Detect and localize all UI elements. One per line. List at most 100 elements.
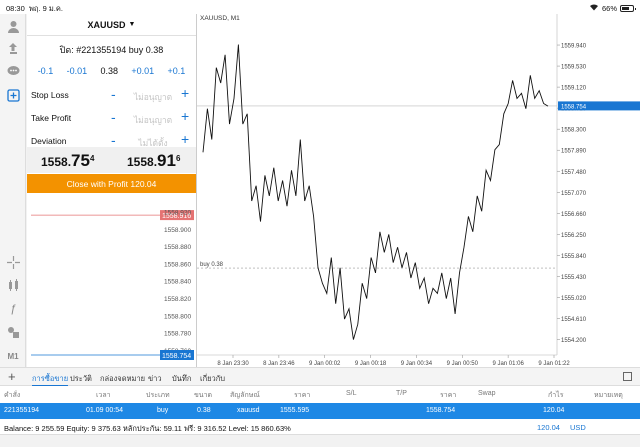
new-order-icon[interactable] — [4, 87, 22, 103]
take-profit-label: Take Profit — [31, 113, 72, 123]
tab-mailbox[interactable]: กล่องจดหมาย — [100, 373, 145, 385]
chart-title: XAUUSD, M1 — [200, 15, 240, 22]
cell-price: 1555.595 — [280, 407, 310, 414]
y-tick-label: 1555.430 — [561, 275, 587, 281]
crosshair-icon[interactable] — [4, 254, 22, 270]
function-icon[interactable]: ƒ — [4, 301, 22, 317]
symbol-selector[interactable]: XAUUSD ▼ — [27, 14, 196, 36]
col-header-sl: S/L — [346, 390, 357, 397]
current-price-label: 1558.754 — [561, 104, 587, 110]
footer-area — [0, 435, 640, 447]
tab-journal[interactable]: บันทึก — [172, 373, 191, 385]
stop-loss-value[interactable]: ไม่อนุญาต — [127, 90, 179, 104]
col-header-swap: Swap — [478, 390, 496, 397]
add-icon[interactable]: + — [8, 369, 16, 384]
y-tick-label: 1557.480 — [561, 170, 587, 176]
y-tick-label: 1557.890 — [561, 149, 587, 155]
bid-price-label: 1558.754 — [162, 353, 191, 360]
stop-loss-minus-button[interactable]: - — [111, 86, 116, 102]
timeframe-button[interactable]: M1 — [4, 348, 22, 364]
y-tick-label: 1559.530 — [561, 65, 587, 71]
status-bar: 08:30 พฤ. 9 ม.ค. 66% — [0, 0, 640, 14]
depth-level-label: 1558.820 — [164, 296, 191, 303]
y-tick-label: 1555.840 — [561, 254, 587, 260]
balance-text: Balance: 9 255.59 Equity: 9 375.63 หลักป… — [4, 424, 291, 433]
close-with-profit-button[interactable]: Close with Profit 120.04 — [27, 174, 196, 193]
depth-level-label: 1558.860 — [164, 261, 191, 268]
volume-minus-small-button[interactable]: -0.01 — [67, 66, 88, 76]
volume-plus-big-button[interactable]: +0.1 — [168, 66, 186, 76]
depth-level-label: 1558.920 — [164, 210, 191, 217]
volume-value[interactable]: 0.38 — [100, 66, 118, 76]
price-chart[interactable]: 1559.9401559.5301559.1201558.7101558.300… — [197, 14, 640, 367]
col-header-type: ประเภท — [146, 392, 170, 399]
trade-arrows-icon[interactable] — [4, 40, 22, 56]
tab-about[interactable]: เกี่ยวกับ — [200, 373, 225, 385]
prices-row: 1558.754 1558.916 — [27, 147, 196, 173]
volume-minus-big-button[interactable]: -0.1 — [38, 66, 54, 76]
ask-price: 1558.916 — [127, 151, 181, 170]
symbol-name: XAUUSD — [87, 19, 126, 30]
cell-volume: 0.38 — [197, 407, 211, 414]
caret-down-icon: ▼ — [128, 21, 136, 28]
chart-area[interactable]: 1559.9401559.5301559.1201558.7101558.300… — [197, 14, 640, 367]
cell-time: 01.09 00:54 — [86, 407, 123, 414]
tab-trade[interactable]: การซื้อขาย — [32, 373, 69, 386]
col-header-symbol: สัญลักษณ์ — [230, 392, 260, 399]
col-header-tp: T/P — [396, 390, 407, 397]
cell-type: buy — [157, 407, 169, 414]
indicators-icon[interactable] — [4, 277, 22, 293]
take-profit-plus-button[interactable]: + — [181, 108, 189, 124]
cell-profit: 120.04 — [543, 407, 565, 414]
cell-symbol: xauusd — [237, 407, 260, 414]
bottom-tab-bar: + การซื้อขาย ประวัติ กล่องจดหมาย ข่าว บั… — [0, 367, 640, 386]
order-panel: XAUUSD ▼ ปิด: #221355194 buy 0.38 -0.1 -… — [27, 14, 197, 367]
depth-level-label: 1558.780 — [164, 331, 191, 338]
volume-row: -0.1 -0.01 0.38 +0.01 +0.1 — [27, 66, 196, 76]
take-profit-value[interactable]: ไม่อนุญาต — [127, 113, 179, 127]
col-header-price: ราคา — [294, 392, 311, 399]
expand-icon[interactable] — [623, 372, 632, 381]
y-tick-label: 1557.070 — [561, 191, 587, 197]
stop-loss-row: Stop Loss - ไม่อนุญาต + — [27, 85, 196, 106]
entry-label: buy 0.38 — [200, 262, 224, 268]
col-header-order: คำสั่ง — [4, 392, 21, 399]
chat-icon[interactable] — [4, 63, 22, 79]
y-tick-label: 1558.300 — [561, 128, 587, 134]
col-header-comment: หมายเหตุ — [594, 392, 623, 399]
tab-news[interactable]: ข่าว — [148, 373, 162, 385]
depth-level-label: 1558.840 — [164, 279, 191, 286]
deviation-plus-button[interactable]: + — [181, 131, 189, 147]
currency-label: USD — [570, 423, 586, 432]
take-profit-minus-button[interactable]: - — [111, 109, 116, 125]
depth-level-label: 1558.900 — [164, 227, 191, 234]
table-row[interactable]: 221355194 01.09 00:54 buy 0.38 xauusd 15… — [0, 403, 640, 419]
depth-of-market: 1558.9161558.9201558.9001558.8801558.860… — [31, 210, 194, 360]
y-tick-label: 1554.610 — [561, 317, 587, 323]
total-profit: 120.04 — [537, 423, 560, 432]
balance-bar: Balance: 9 255.59 Equity: 9 375.63 หลักป… — [0, 419, 640, 435]
price-series-line — [202, 44, 549, 340]
y-tick-label: 1556.250 — [561, 233, 587, 239]
col-header-profit: กำไร — [548, 392, 564, 399]
status-date: พฤ. 9 ม.ค. — [28, 4, 63, 13]
person-icon[interactable] — [4, 18, 22, 34]
order-title: ปิด: #221355194 buy 0.38 — [59, 45, 164, 55]
depth-level-label: 1558.880 — [164, 244, 191, 251]
stop-loss-plus-button[interactable]: + — [181, 85, 189, 101]
col-header-time: เวลา — [96, 392, 111, 399]
y-tick-label: 1559.120 — [561, 86, 587, 92]
deviation-minus-button[interactable]: - — [111, 132, 116, 148]
y-tick-label: 1556.660 — [561, 212, 587, 218]
table-header: คำสั่ง เวลา ประเภท ขนาด สัญลักษณ์ ราคา S… — [0, 386, 640, 403]
wifi-icon — [589, 3, 599, 13]
volume-plus-small-button[interactable]: +0.01 — [131, 66, 154, 76]
depth-level-label: 1558.800 — [164, 313, 191, 320]
objects-icon[interactable] — [4, 324, 22, 340]
tab-history[interactable]: ประวัติ — [70, 373, 92, 385]
y-tick-label: 1554.200 — [561, 338, 587, 344]
battery-percent: 66% — [601, 3, 617, 13]
left-toolbar: ƒ M1 — [0, 14, 26, 367]
y-tick-label: 1559.940 — [561, 44, 587, 50]
col-header-volume: ขนาด — [194, 392, 213, 399]
